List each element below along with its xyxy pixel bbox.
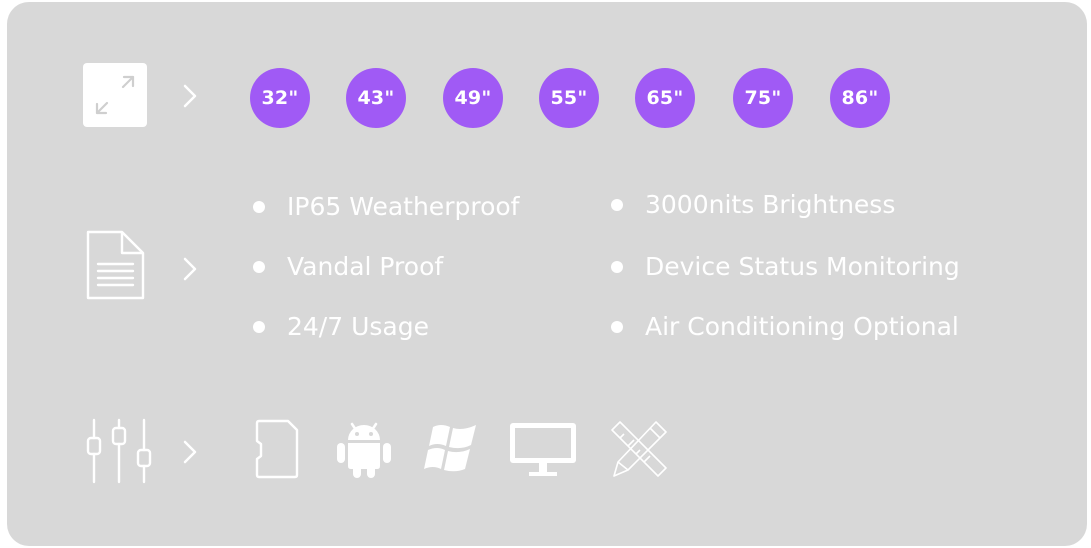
resize-icon (83, 63, 147, 127)
bullet (253, 260, 265, 273)
size-badge[interactable]: 86" (830, 68, 890, 128)
monitor-icon (508, 418, 578, 480)
design-tools-icon (606, 418, 670, 480)
chevron-right-icon (183, 257, 197, 281)
bullet (253, 200, 265, 213)
feature-item: Device Status Monitoring (611, 252, 960, 281)
size-badge[interactable]: 75" (733, 68, 793, 128)
feature-item: 3000nits Brightness (611, 190, 895, 219)
bullet (611, 260, 623, 273)
size-badge[interactable]: 49" (443, 68, 503, 128)
chevron-right-icon (183, 84, 197, 108)
document-icon (86, 230, 146, 300)
bullet (253, 320, 265, 333)
feature-item: Vandal Proof (253, 252, 443, 281)
bullet (611, 198, 623, 211)
chevron-right-icon (183, 440, 197, 464)
size-badge[interactable]: 65" (635, 68, 695, 128)
size-badge[interactable]: 55" (539, 68, 599, 128)
feature-item: IP65 Weatherproof (253, 192, 519, 221)
sd-card-icon (254, 418, 300, 480)
size-badge[interactable]: 32" (250, 68, 310, 128)
bullet (611, 320, 623, 333)
android-icon (334, 418, 394, 480)
windows-icon (423, 418, 481, 480)
feature-item: Air Conditioning Optional (611, 312, 959, 341)
sliders-icon (84, 416, 156, 488)
size-badge[interactable]: 43" (346, 68, 406, 128)
feature-item: 24/7 Usage (253, 312, 429, 341)
